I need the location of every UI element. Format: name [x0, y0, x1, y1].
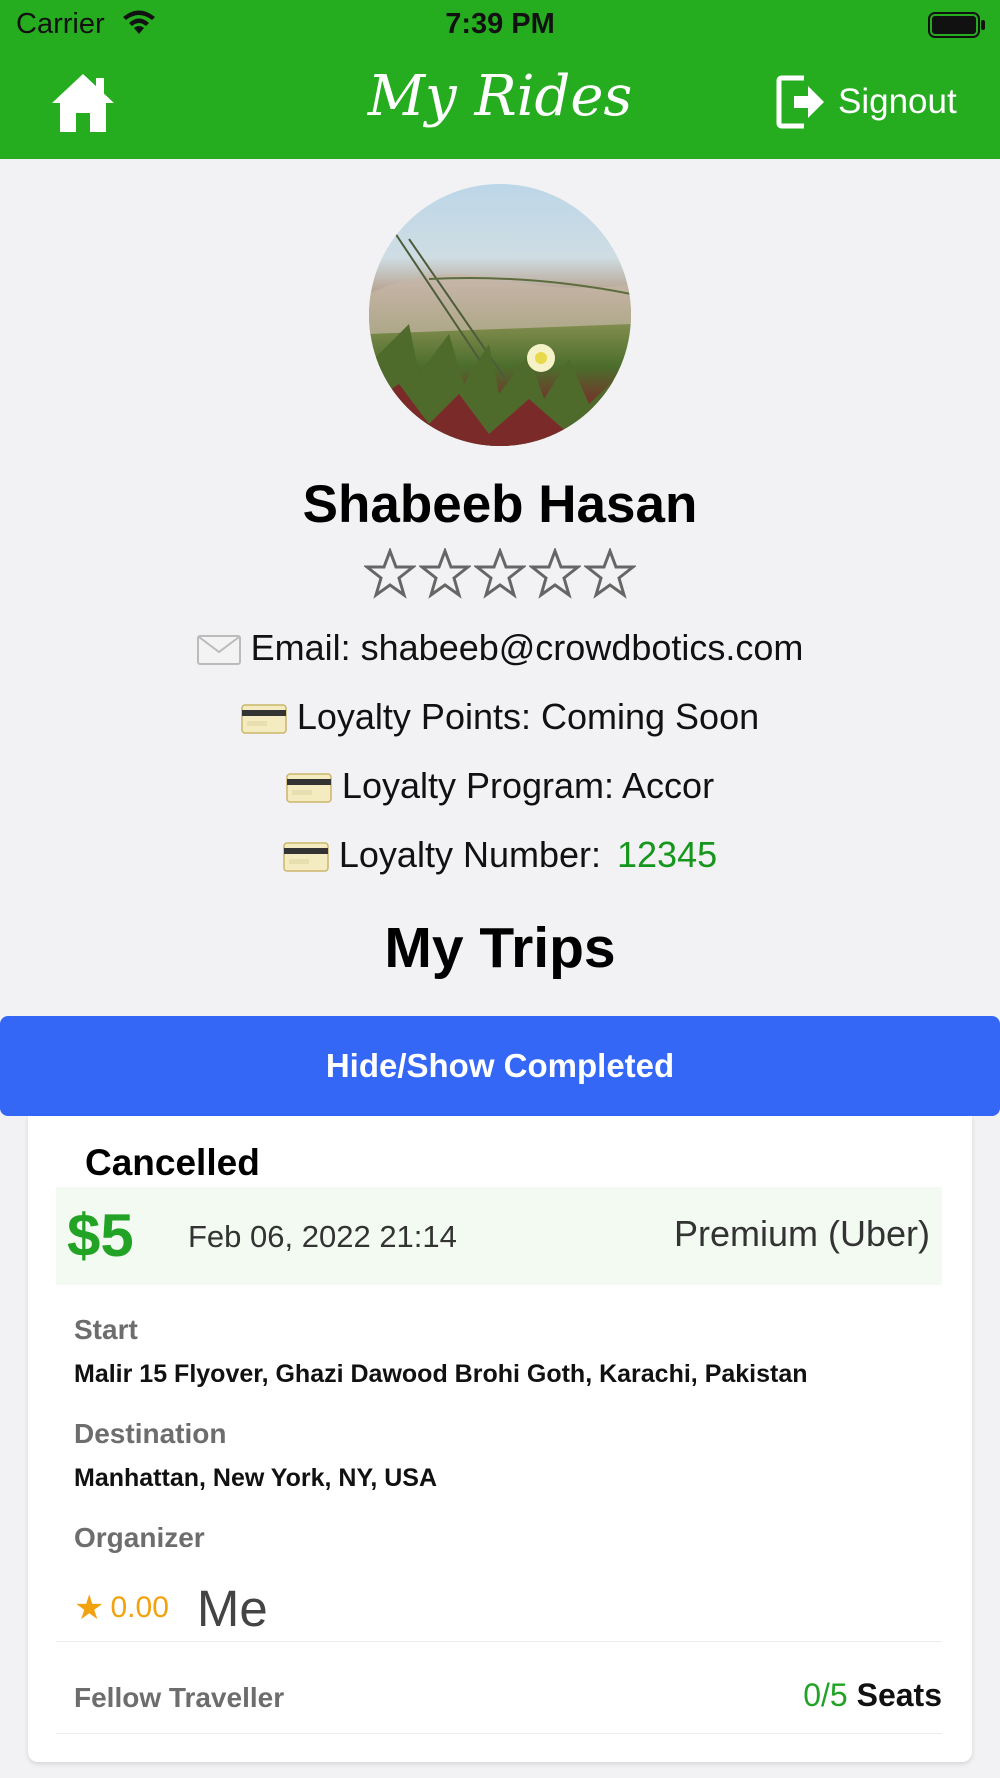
signout-icon [776, 75, 824, 129]
start-address: Malir 15 Flyover, Ghazi Dawood Brohi Got… [74, 1360, 808, 1388]
trip-service: Premium (Uber) [673, 1213, 930, 1254]
clock: 7:39 PM [445, 8, 555, 40]
trips-heading: My Trips [384, 916, 616, 980]
trip-card[interactable]: Cancelled $5 Feb 06, 2022 21:14 Premium … [28, 1116, 972, 1762]
organizer-row: ★ 0.00 Me [74, 1578, 268, 1638]
email-row: Email: shabeeb@crowdbotics.com [0, 627, 1000, 669]
fellow-traveller-label: Fellow Traveller [74, 1682, 285, 1713]
envelope-icon [196, 635, 241, 666]
signout-label: Signout [838, 82, 957, 121]
star-empty-icon [419, 548, 471, 599]
email-text: Email: shabeeb@crowdbotics.com [250, 627, 804, 668]
status-bar: Carrier 7:39 PM [0, 0, 1000, 50]
avatar [369, 184, 631, 446]
star-empty-icon [474, 548, 526, 599]
credit-card-icon [283, 842, 329, 873]
loyalty-points-row: Loyalty Points: Coming Soon [0, 696, 1000, 738]
organizer-label: Organizer [74, 1522, 205, 1553]
organizer-rating: 0.00 [110, 1591, 169, 1624]
seats-label: Seats [856, 1677, 942, 1713]
seats-info: 0/5 Seats [803, 1677, 942, 1714]
trip-price: $5 [67, 1202, 134, 1269]
rating-stars [364, 548, 636, 604]
loyalty-number-label: Loyalty Number: [338, 834, 601, 875]
loyalty-points-text: Loyalty Points: Coming Soon [296, 696, 760, 737]
credit-card-icon [286, 773, 332, 804]
loyalty-program-row: Loyalty Program: Accor [0, 765, 1000, 807]
seats-count: 0/5 [803, 1677, 848, 1713]
loyalty-number-row: Loyalty Number: 12345 [0, 834, 1000, 876]
loyalty-program-text: Loyalty Program: Accor [341, 765, 715, 806]
avatar-photo [369, 223, 631, 446]
trip-summary: $5 Feb 06, 2022 21:14 Premium (Uber) [56, 1187, 942, 1285]
star-filled-icon: ★ [74, 1589, 105, 1627]
divider [56, 1641, 942, 1642]
destination-address: Manhattan, New York, NY, USA [74, 1464, 438, 1492]
credit-card-icon [241, 704, 287, 735]
profile-name: Shabeeb Hasan [302, 475, 698, 534]
divider [56, 1733, 942, 1734]
hide-show-completed-button[interactable]: Hide/Show Completed [0, 1016, 1000, 1116]
star-empty-icon [364, 548, 416, 599]
battery-icon [928, 12, 985, 38]
organizer-name: Me [196, 1579, 268, 1637]
start-label: Start [74, 1314, 138, 1345]
trip-status: Cancelled [85, 1142, 260, 1183]
loyalty-number-value: 12345 [617, 834, 718, 875]
trip-date: Feb 06, 2022 21:14 [188, 1219, 457, 1254]
signout-button[interactable]: Signout [776, 72, 957, 132]
star-empty-icon [584, 548, 636, 599]
star-empty-icon [529, 548, 581, 599]
destination-label: Destination [74, 1418, 227, 1449]
nav-bar: My Rides Signout [0, 50, 1000, 159]
